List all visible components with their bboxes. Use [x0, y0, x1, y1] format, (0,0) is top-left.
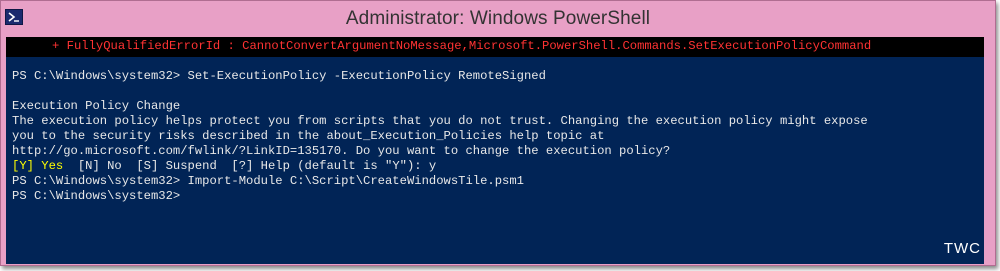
window-title: Administrator: Windows PowerShell — [345, 8, 651, 29]
console-line: http://go.microsoft.com/fwlink/?LinkID=1… — [12, 144, 671, 158]
console-line: The execution policy helps protect you f… — [12, 114, 868, 128]
error-band: + FullyQualifiedErrorId : CannotConvertA… — [6, 37, 984, 57]
scrollbar[interactable] — [984, 37, 992, 264]
console-line: you to the security risks described in t… — [12, 129, 605, 143]
powershell-window: Administrator: Windows PowerShell + Full… — [0, 0, 996, 266]
console-output[interactable]: + FullyQualifiedErrorId : CannotConvertA… — [6, 37, 984, 264]
choice-prompt-line: [Y] Yes [N] No [S] Suspend [?] Help (def… — [12, 159, 436, 174]
title-bar[interactable]: Administrator: Windows PowerShell — [1, 1, 995, 37]
console-line: Execution Policy Change — [12, 99, 181, 113]
error-line: + FullyQualifiedErrorId : CannotConvertA… — [52, 39, 872, 53]
console-line: PS C:\Windows\system32> Set-ExecutionPol… — [12, 69, 546, 83]
console-line: PS C:\Windows\system32> Import-Module C:… — [12, 174, 524, 188]
command-prompt[interactable]: PS C:\Windows\system32> — [12, 189, 180, 204]
watermark: TWC — [943, 240, 981, 257]
choice-options: [N] No [S] Suspend [?] Help (default is … — [63, 159, 437, 173]
default-choice-yes: [Y] Yes — [12, 159, 64, 173]
